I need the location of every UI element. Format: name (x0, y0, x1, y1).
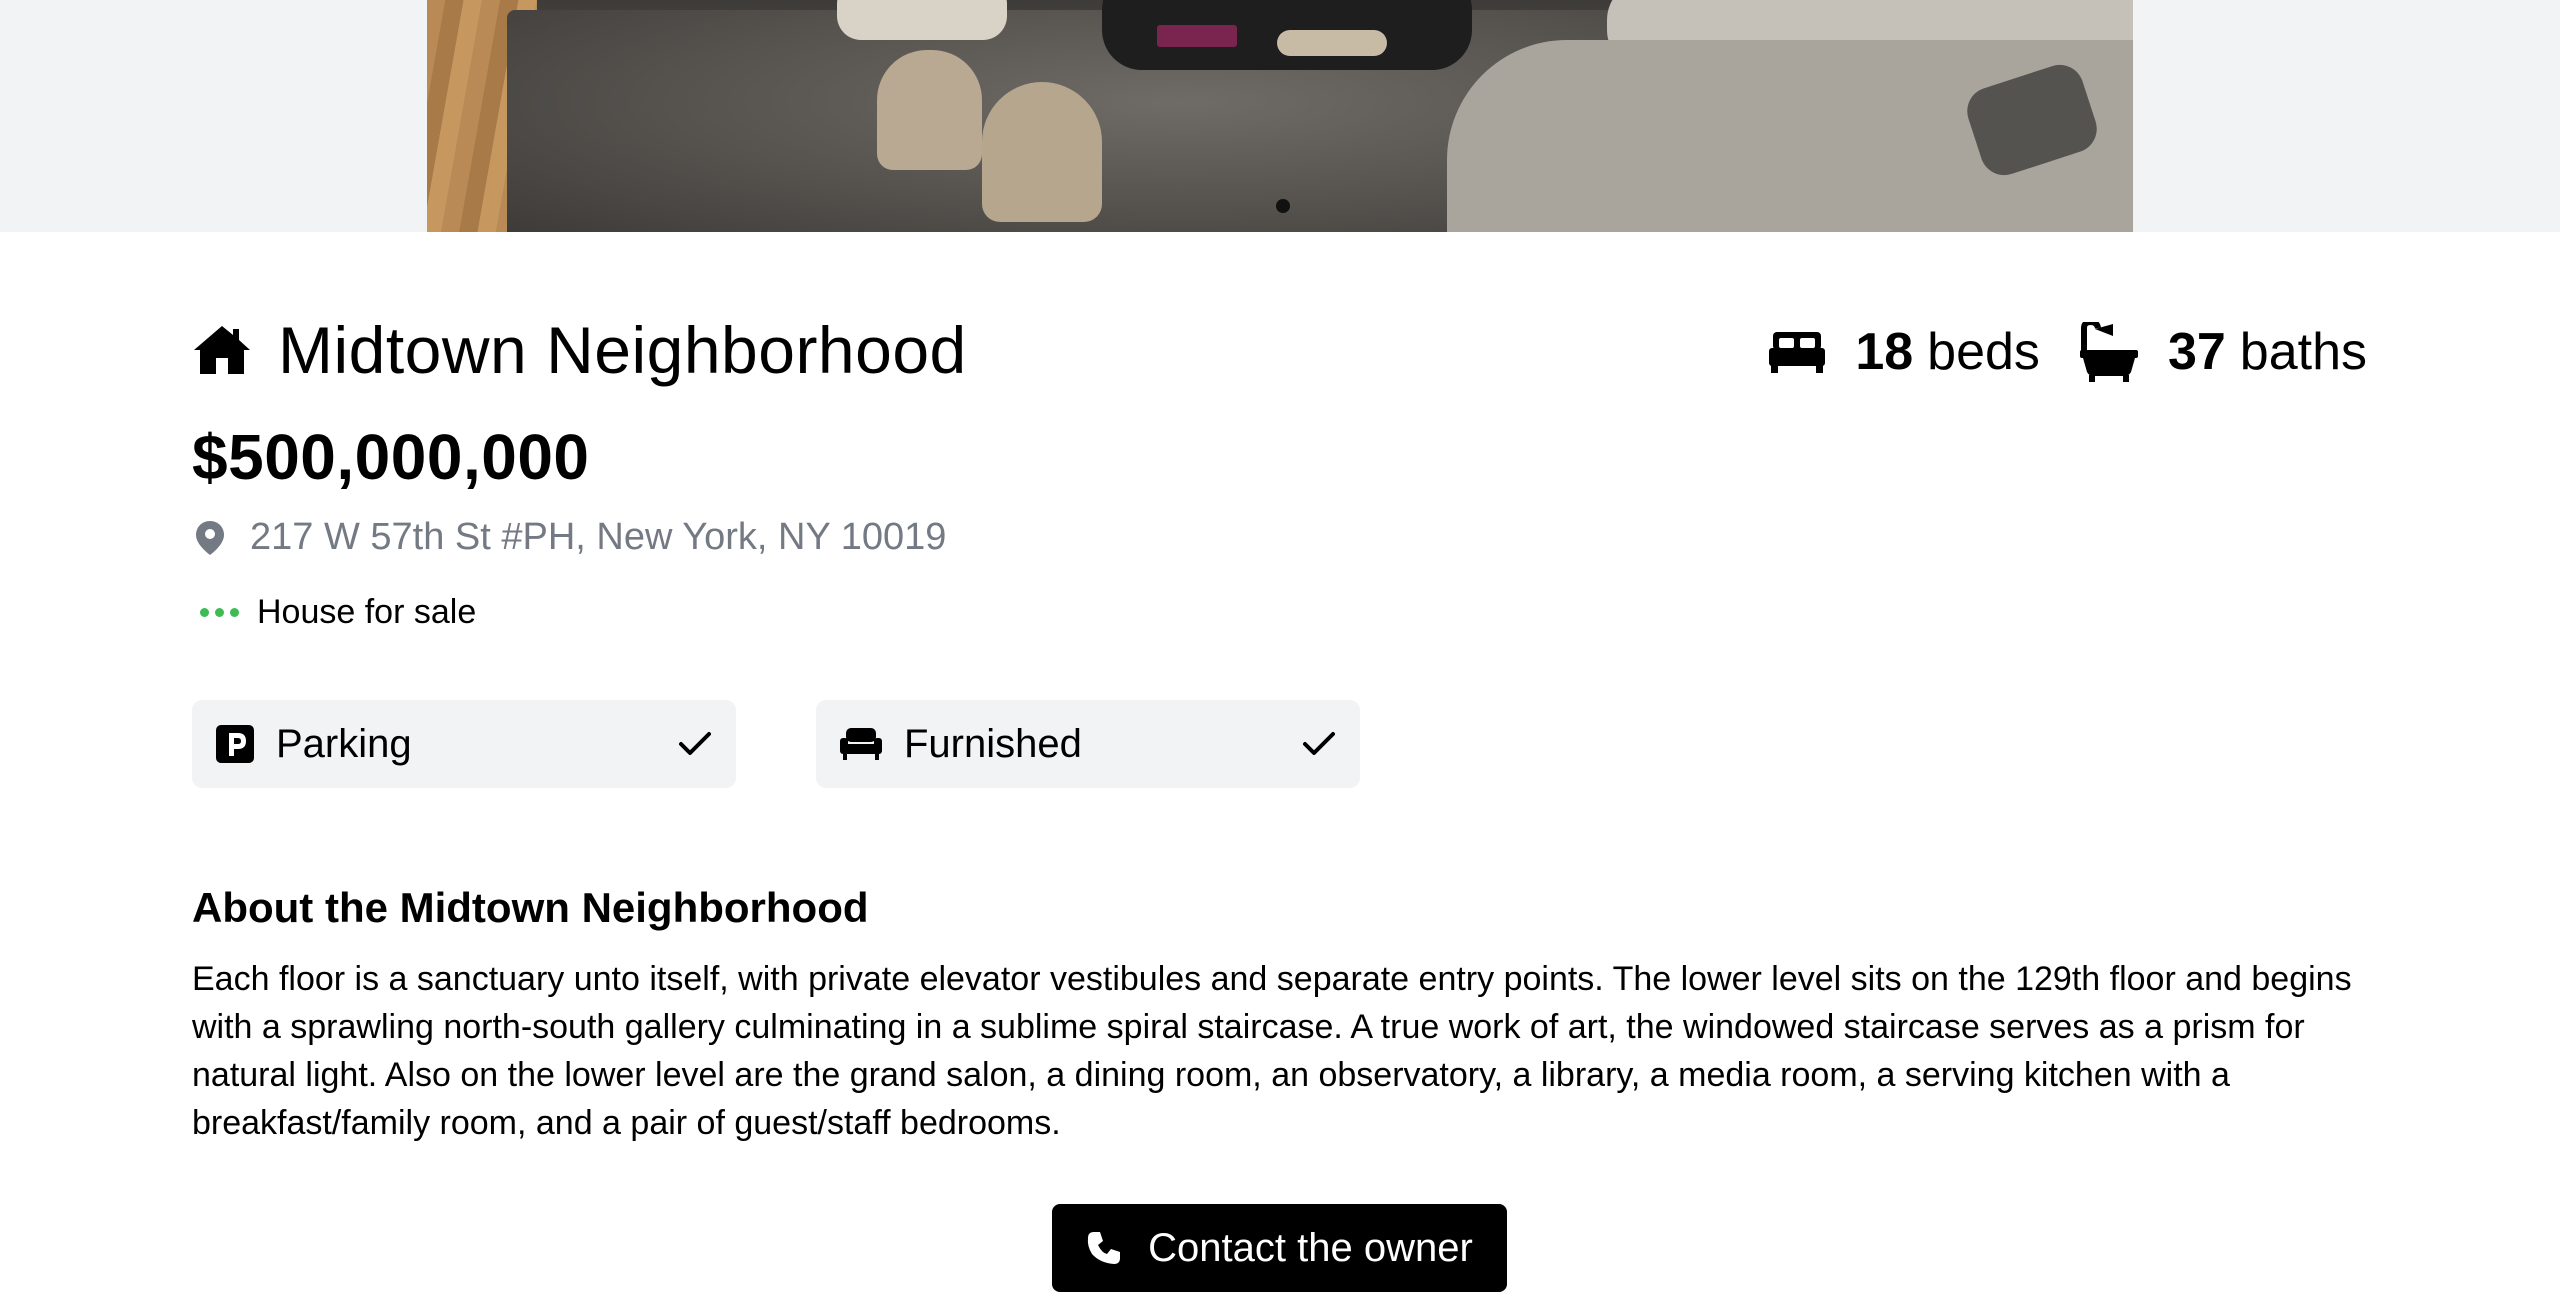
phone-icon (1088, 1232, 1121, 1264)
baths-count: 37 (2167, 323, 2226, 381)
listing-price: $500,000,000 (192, 421, 590, 493)
parking-icon (216, 725, 254, 763)
location-pin-icon (196, 520, 224, 555)
baths-stat: 37 baths (2079, 322, 2367, 382)
carousel-dot[interactable] (1276, 199, 1290, 213)
feature-parking: Parking (192, 700, 736, 788)
feature-label: Parking (276, 721, 412, 766)
bathtub-icon (2079, 322, 2138, 382)
beds-count: 18 (1855, 323, 1914, 381)
listing-photo[interactable] (427, 0, 2133, 232)
beds-label: beds (1927, 323, 2040, 381)
listing-address: 217 W 57th St #PH, New York, NY 10019 (250, 516, 947, 558)
contact-owner-label: Contact the owner (1148, 1225, 1473, 1270)
address-row: 217 W 57th St #PH, New York, NY 10019 (192, 516, 946, 559)
check-icon (679, 732, 711, 755)
status-dots-icon (200, 608, 239, 617)
hero-background (0, 0, 2560, 232)
about-description: Each floor is a sanctuary unto itself, w… (192, 960, 2352, 1142)
feature-label: Furnished (904, 721, 1082, 766)
listing-header: Midtown Neighborhood (192, 312, 967, 388)
listing-type: House for sale (257, 593, 477, 631)
listing-status: House for sale (200, 593, 476, 632)
beds-stat: 18 beds (1769, 322, 2040, 382)
home-icon (194, 326, 250, 374)
feature-furnished: Furnished (816, 700, 1360, 788)
listing-title: Midtown Neighborhood (278, 313, 967, 387)
contact-owner-button[interactable]: Contact the owner (1052, 1204, 1507, 1292)
sofa-icon (840, 728, 882, 760)
check-icon (1303, 732, 1335, 755)
baths-label: baths (2239, 323, 2367, 381)
about-heading: About the Midtown Neighborhood (192, 884, 869, 931)
listing-stats: 18 beds 37 baths (1769, 322, 2367, 382)
bed-icon (1769, 332, 1826, 373)
